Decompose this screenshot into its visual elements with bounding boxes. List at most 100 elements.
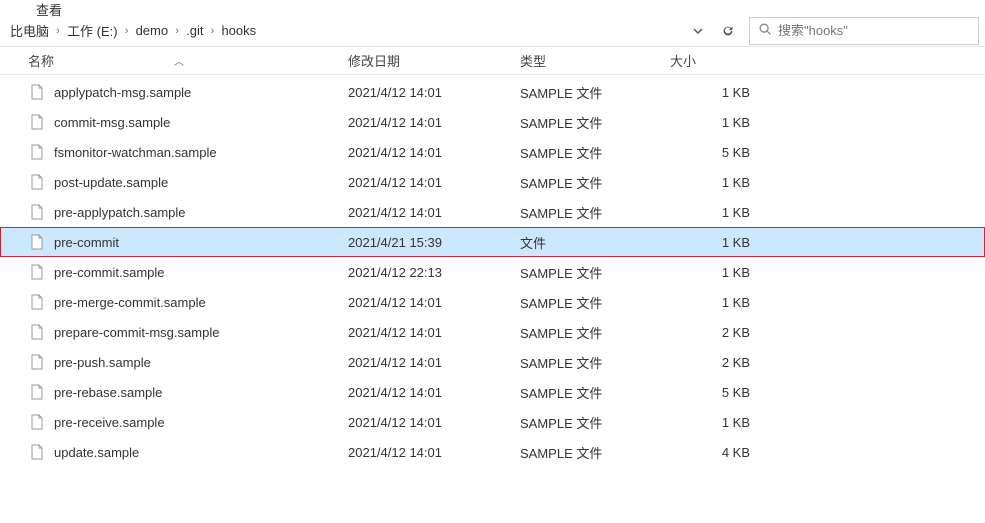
address-bar: 比电脑›工作 (E:)›demo›.git›hooks: [0, 15, 985, 47]
chevron-right-icon[interactable]: ›: [205, 25, 219, 37]
file-icon: [28, 353, 46, 371]
file-icon: [28, 143, 46, 161]
column-size[interactable]: 大小: [670, 51, 760, 70]
file-date: 2021/4/12 14:01: [348, 385, 520, 400]
file-date: 2021/4/12 14:01: [348, 145, 520, 160]
file-type: SAMPLE 文件: [520, 263, 670, 282]
file-icon: [28, 203, 46, 221]
refresh-button[interactable]: [713, 19, 743, 43]
file-size: 2 KB: [670, 355, 760, 370]
breadcrumb-segment[interactable]: .git: [184, 23, 205, 38]
sort-indicator-icon: ︿: [174, 53, 184, 68]
chevron-right-icon[interactable]: ›: [51, 25, 65, 37]
file-size: 1 KB: [670, 295, 760, 310]
file-name: prepare-commit-msg.sample: [54, 325, 219, 340]
file-type: SAMPLE 文件: [520, 383, 670, 402]
file-date: 2021/4/12 14:01: [348, 445, 520, 460]
column-name-label: 名称: [28, 51, 54, 70]
file-size: 1 KB: [670, 115, 760, 130]
file-date: 2021/4/12 14:01: [348, 85, 520, 100]
file-name: pre-rebase.sample: [54, 385, 162, 400]
file-type: SAMPLE 文件: [520, 143, 670, 162]
file-icon: [28, 233, 46, 251]
file-date: 2021/4/12 14:01: [348, 205, 520, 220]
column-type[interactable]: 类型: [520, 51, 670, 70]
window-title: 查看: [0, 0, 985, 15]
file-name: pre-push.sample: [54, 355, 151, 370]
file-date: 2021/4/12 22:13: [348, 265, 520, 280]
file-row[interactable]: prepare-commit-msg.sample 2021/4/12 14:01…: [0, 317, 985, 347]
file-icon: [28, 293, 46, 311]
breadcrumb-segment[interactable]: 工作 (E:): [65, 21, 120, 40]
file-name: applypatch-msg.sample: [54, 85, 191, 100]
file-icon: [28, 173, 46, 191]
file-row[interactable]: pre-merge-commit.sample 2021/4/12 14:01SA…: [0, 287, 985, 317]
chevron-right-icon[interactable]: ›: [120, 25, 134, 37]
file-name: commit-msg.sample: [54, 115, 170, 130]
file-size: 1 KB: [670, 415, 760, 430]
file-date: 2021/4/12 14:01: [348, 355, 520, 370]
file-type: SAMPLE 文件: [520, 353, 670, 372]
file-name: pre-commit.sample: [54, 265, 165, 280]
file-type: 文件: [520, 233, 670, 252]
file-size: 1 KB: [670, 235, 760, 250]
file-icon: [28, 263, 46, 281]
file-icon: [28, 443, 46, 461]
file-size: 1 KB: [670, 205, 760, 220]
file-row[interactable]: pre-receive.sample 2021/4/12 14:01SAMPLE …: [0, 407, 985, 437]
breadcrumb-segment[interactable]: 比电脑: [8, 21, 51, 40]
file-row[interactable]: commit-msg.sample 2021/4/12 14:01SAMPLE 文…: [0, 107, 985, 137]
breadcrumb-segment[interactable]: hooks: [219, 23, 258, 38]
file-name: fsmonitor-watchman.sample: [54, 145, 217, 160]
file-row[interactable]: post-update.sample 2021/4/12 14:01SAMPLE …: [0, 167, 985, 197]
file-type: SAMPLE 文件: [520, 323, 670, 342]
file-name: pre-merge-commit.sample: [54, 295, 206, 310]
column-headers: 名称 ︿ 修改日期 类型 大小: [0, 47, 985, 75]
search-input[interactable]: [749, 17, 979, 45]
file-row[interactable]: pre-applypatch.sample2021/4/12 14:01SAMP…: [0, 197, 985, 227]
file-size: 4 KB: [670, 445, 760, 460]
file-date: 2021/4/12 14:01: [348, 325, 520, 340]
file-type: SAMPLE 文件: [520, 413, 670, 432]
column-name[interactable]: 名称 ︿: [28, 51, 348, 70]
file-size: 2 KB: [670, 325, 760, 340]
file-name: post-update.sample: [54, 175, 168, 190]
file-date: 2021/4/21 15:39: [348, 235, 520, 250]
file-name: update.sample: [54, 445, 139, 460]
file-date: 2021/4/12 14:01: [348, 415, 520, 430]
file-name: pre-commit: [54, 235, 119, 250]
file-type: SAMPLE 文件: [520, 293, 670, 312]
file-row[interactable]: pre-push.sample 2021/4/12 14:01SAMPLE 文件2…: [0, 347, 985, 377]
file-size: 1 KB: [670, 85, 760, 100]
search-field[interactable]: [778, 23, 970, 38]
file-name: pre-receive.sample: [54, 415, 165, 430]
dropdown-button[interactable]: [683, 19, 713, 43]
file-row[interactable]: pre-rebase.sample 2021/4/12 14:01SAMPLE 文…: [0, 377, 985, 407]
file-row[interactable]: update.sample 2021/4/12 14:01SAMPLE 文件4 K…: [0, 437, 985, 467]
file-date: 2021/4/12 14:01: [348, 175, 520, 190]
file-size: 1 KB: [670, 265, 760, 280]
chevron-right-icon[interactable]: ›: [170, 25, 184, 37]
file-icon: [28, 383, 46, 401]
file-list: applypatch-msg.sample2021/4/12 14:01SAMP…: [0, 75, 985, 467]
file-name: pre-applypatch.sample: [54, 205, 186, 220]
file-type: SAMPLE 文件: [520, 173, 670, 192]
file-size: 5 KB: [670, 385, 760, 400]
file-type: SAMPLE 文件: [520, 83, 670, 102]
file-row[interactable]: pre-commit.sample 2021/4/12 22:13SAMPLE 文…: [0, 257, 985, 287]
column-date[interactable]: 修改日期: [348, 51, 520, 70]
file-date: 2021/4/12 14:01: [348, 295, 520, 310]
file-icon: [28, 113, 46, 131]
search-icon: [758, 22, 772, 39]
file-row[interactable]: applypatch-msg.sample 2021/4/12 14:01SAMP…: [0, 77, 985, 107]
file-size: 5 KB: [670, 145, 760, 160]
file-type: SAMPLE 文件: [520, 443, 670, 462]
file-type: SAMPLE 文件: [520, 113, 670, 132]
file-row[interactable]: fsmonitor-watchman.sample 2021/4/12 14:01…: [0, 137, 985, 167]
file-icon: [28, 413, 46, 431]
file-row[interactable]: pre-commit 2021/4/21 15:39文件1 KB: [0, 227, 985, 257]
file-date: 2021/4/12 14:01: [348, 115, 520, 130]
file-icon: [28, 83, 46, 101]
breadcrumb[interactable]: 比电脑›工作 (E:)›demo›.git›hooks: [6, 21, 683, 40]
breadcrumb-segment[interactable]: demo: [134, 23, 171, 38]
